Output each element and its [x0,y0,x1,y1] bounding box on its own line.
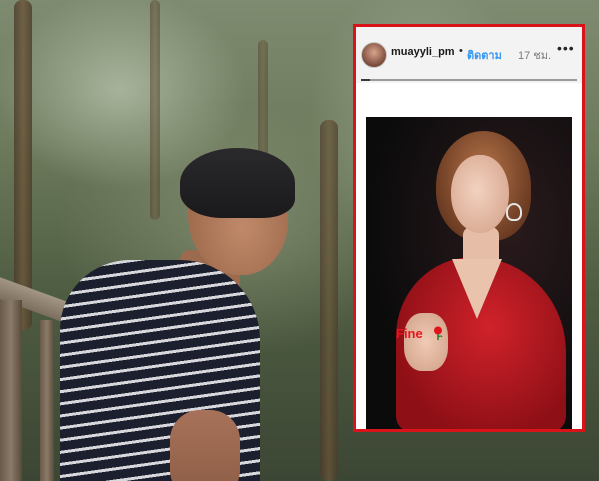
earring [506,203,522,221]
story-header: muayyli_pm • ติดตาม 17 ชม. ••• [356,27,582,83]
avatar[interactable] [361,42,387,68]
username[interactable]: muayyli_pm [391,46,455,58]
story-progress-bar [361,79,577,81]
instagram-story: muayyli_pm • ติดตาม 17 ชม. ••• Fine [353,24,585,432]
story-caption: Fine [396,326,423,341]
separator-dot: • [459,45,463,57]
story-progress-fill [361,79,370,81]
follow-button[interactable]: ติดตาม [467,46,502,64]
timestamp: 17 ชม. [518,50,552,62]
more-options-icon[interactable]: ••• [557,40,575,56]
rose-icon [434,326,443,340]
story-photo: Fine [366,117,572,429]
man-figure [20,140,340,481]
railing-post [0,300,22,481]
